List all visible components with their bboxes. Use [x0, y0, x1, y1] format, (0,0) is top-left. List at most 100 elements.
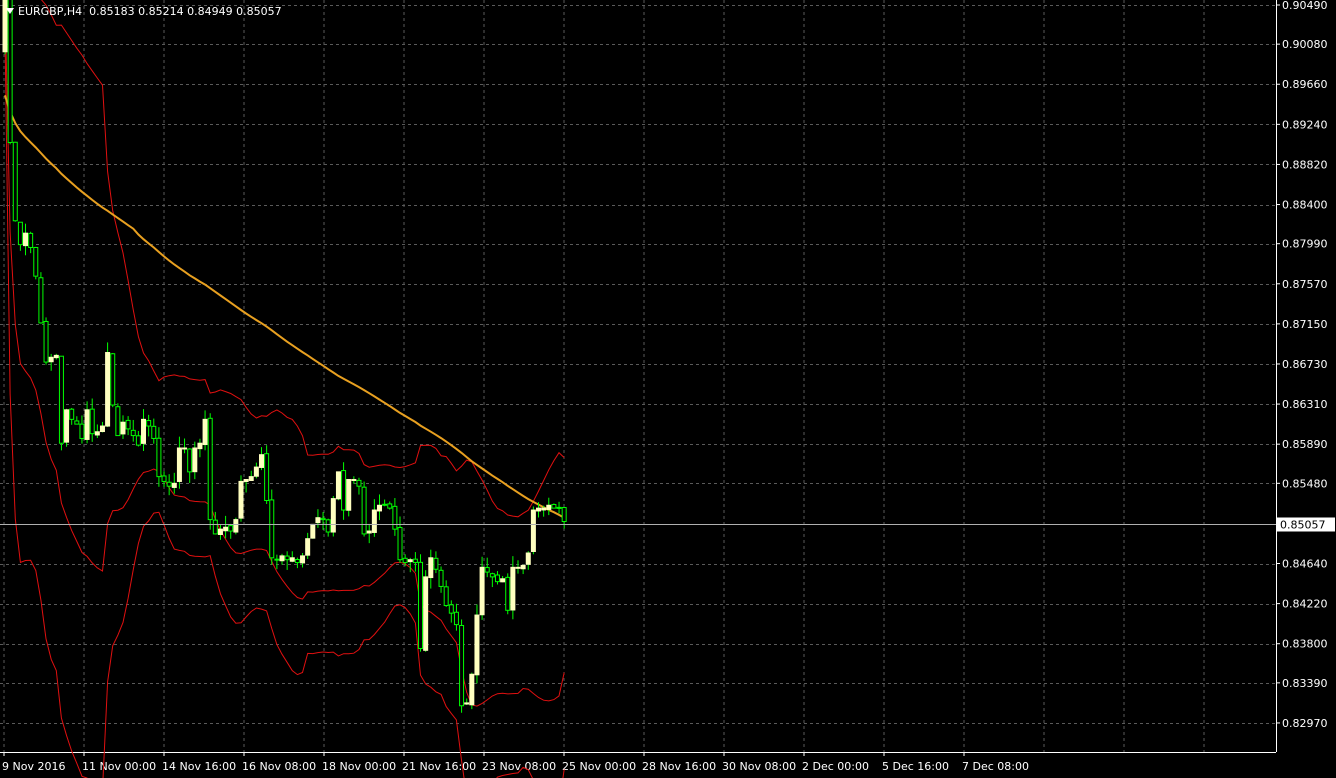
candle-bearish [187, 448, 193, 473]
candle-bearish [74, 420, 80, 425]
candle-bullish [94, 431, 100, 436]
candle-bearish [115, 406, 121, 437]
candle-bullish [197, 442, 203, 450]
candle-bearish [89, 408, 95, 435]
candle-bullish [305, 538, 311, 556]
time-label: 2 Dec 00:00 [802, 760, 869, 773]
candle-bullish [105, 352, 111, 427]
candle-bullish [428, 557, 434, 579]
candle-bearish [448, 604, 454, 614]
candle-bullish [243, 478, 249, 483]
candle-bullish [64, 409, 70, 443]
candle-bearish [341, 470, 347, 511]
candle-bullish [84, 409, 90, 440]
candle-bearish [284, 555, 290, 561]
price-label: 0.84220 [1282, 598, 1328, 611]
candle-bullish [238, 480, 244, 519]
candle-bullish [520, 564, 526, 570]
candle-bullish [546, 504, 552, 510]
candle-bearish [484, 567, 490, 573]
candle-bearish [274, 558, 280, 561]
candle-bullish [335, 471, 341, 500]
candle-bullish [217, 528, 223, 535]
candle-bearish [402, 557, 408, 564]
triangle-down-icon[interactable] [6, 8, 14, 14]
candle-bearish [69, 408, 75, 420]
candle-bearish [382, 503, 388, 506]
candle-bullish [182, 447, 188, 450]
candle-bullish [223, 526, 229, 532]
candle-bearish [264, 453, 270, 502]
time-label: 28 Nov 16:00 [642, 760, 716, 773]
price-label: 0.89240 [1282, 118, 1328, 131]
candle-bearish [17, 221, 23, 246]
candle-bullish [371, 509, 377, 533]
time-label: 21 Nov 16:00 [402, 760, 476, 773]
candle-bearish [228, 525, 234, 532]
candle-bearish [151, 425, 157, 439]
candle-bullish [99, 425, 105, 433]
chart-window[interactable]: 0.90490 0.90080 0.89660 0.89240 0.88820 0.884… [0, 0, 1336, 778]
candle-bearish [146, 420, 152, 427]
candle-bearish [392, 505, 398, 530]
candle-bearish [166, 481, 172, 487]
candle-bullish [346, 478, 352, 511]
candle-bullish [351, 478, 357, 481]
candle-bearish [561, 507, 567, 523]
candle-bullish [48, 356, 54, 363]
price-label: 0.89660 [1282, 78, 1328, 91]
current-price-label: 0.85057 [1280, 519, 1326, 532]
candle-bearish [433, 557, 439, 570]
candle-bearish [38, 277, 44, 324]
candle-bullish [192, 447, 198, 473]
candle-bullish [376, 504, 382, 512]
time-label: 14 Nov 16:00 [162, 760, 236, 773]
outer-lower-band [4, 35, 565, 778]
symbol-info-bar: EURGBP,H4 0.85183 0.85214 0.84949 0.8505… [6, 5, 282, 18]
candle-bullish [464, 702, 470, 705]
candle-bullish [510, 566, 516, 611]
time-label: 7 Dec 08:00 [962, 760, 1029, 773]
price-label: 0.90490 [1282, 0, 1328, 12]
candle-bearish [135, 435, 141, 446]
candle-bearish [161, 475, 167, 482]
candle-bullish [141, 418, 147, 444]
price-label: 0.83800 [1282, 638, 1328, 651]
candle-bullish [171, 482, 177, 488]
candle-bearish [412, 558, 418, 564]
candle-bullish [423, 576, 429, 651]
candle-bearish [494, 574, 500, 583]
candle-bullish [289, 557, 295, 562]
candle-bullish [279, 555, 285, 562]
time-label: 11 Nov 00:00 [82, 760, 156, 773]
price-label: 0.86730 [1282, 358, 1328, 371]
candle-bearish [551, 503, 557, 509]
time-label: 30 Nov 08:00 [722, 760, 796, 773]
candle-bullish [536, 507, 542, 512]
candle-bullish [541, 507, 547, 511]
time-label: 5 Dec 16:00 [882, 760, 949, 773]
candle-bearish [207, 417, 213, 521]
candle-bullish [176, 447, 182, 482]
time-label: 9 Nov 2016 [2, 760, 65, 773]
candle-bearish [438, 569, 444, 587]
candle-bullish [23, 232, 29, 247]
candle-bearish [79, 423, 85, 439]
ohlc-quote: 0.85183 0.85214 0.84949 0.85057 [89, 5, 282, 18]
price-chart-canvas[interactable]: 0.90490 0.90080 0.89660 0.89240 0.88820 0.884… [0, 0, 1336, 778]
candle-bullish [233, 519, 239, 533]
candle-bullish [500, 578, 506, 583]
candle-bearish [325, 519, 331, 533]
candle-bullish [259, 454, 264, 468]
price-label: 0.87990 [1282, 238, 1328, 251]
price-label: 0.86310 [1282, 398, 1328, 411]
candle-bearish [7, 0, 13, 143]
candle-bearish [269, 499, 275, 559]
candle-bearish [505, 576, 511, 611]
candle-bearish [489, 573, 495, 578]
symbol-label: EURGBP,H4 [18, 5, 83, 18]
candle-bearish [320, 517, 326, 521]
candle-bearish [12, 141, 18, 222]
candle-bullish [530, 509, 536, 552]
candle-bearish [58, 355, 64, 444]
